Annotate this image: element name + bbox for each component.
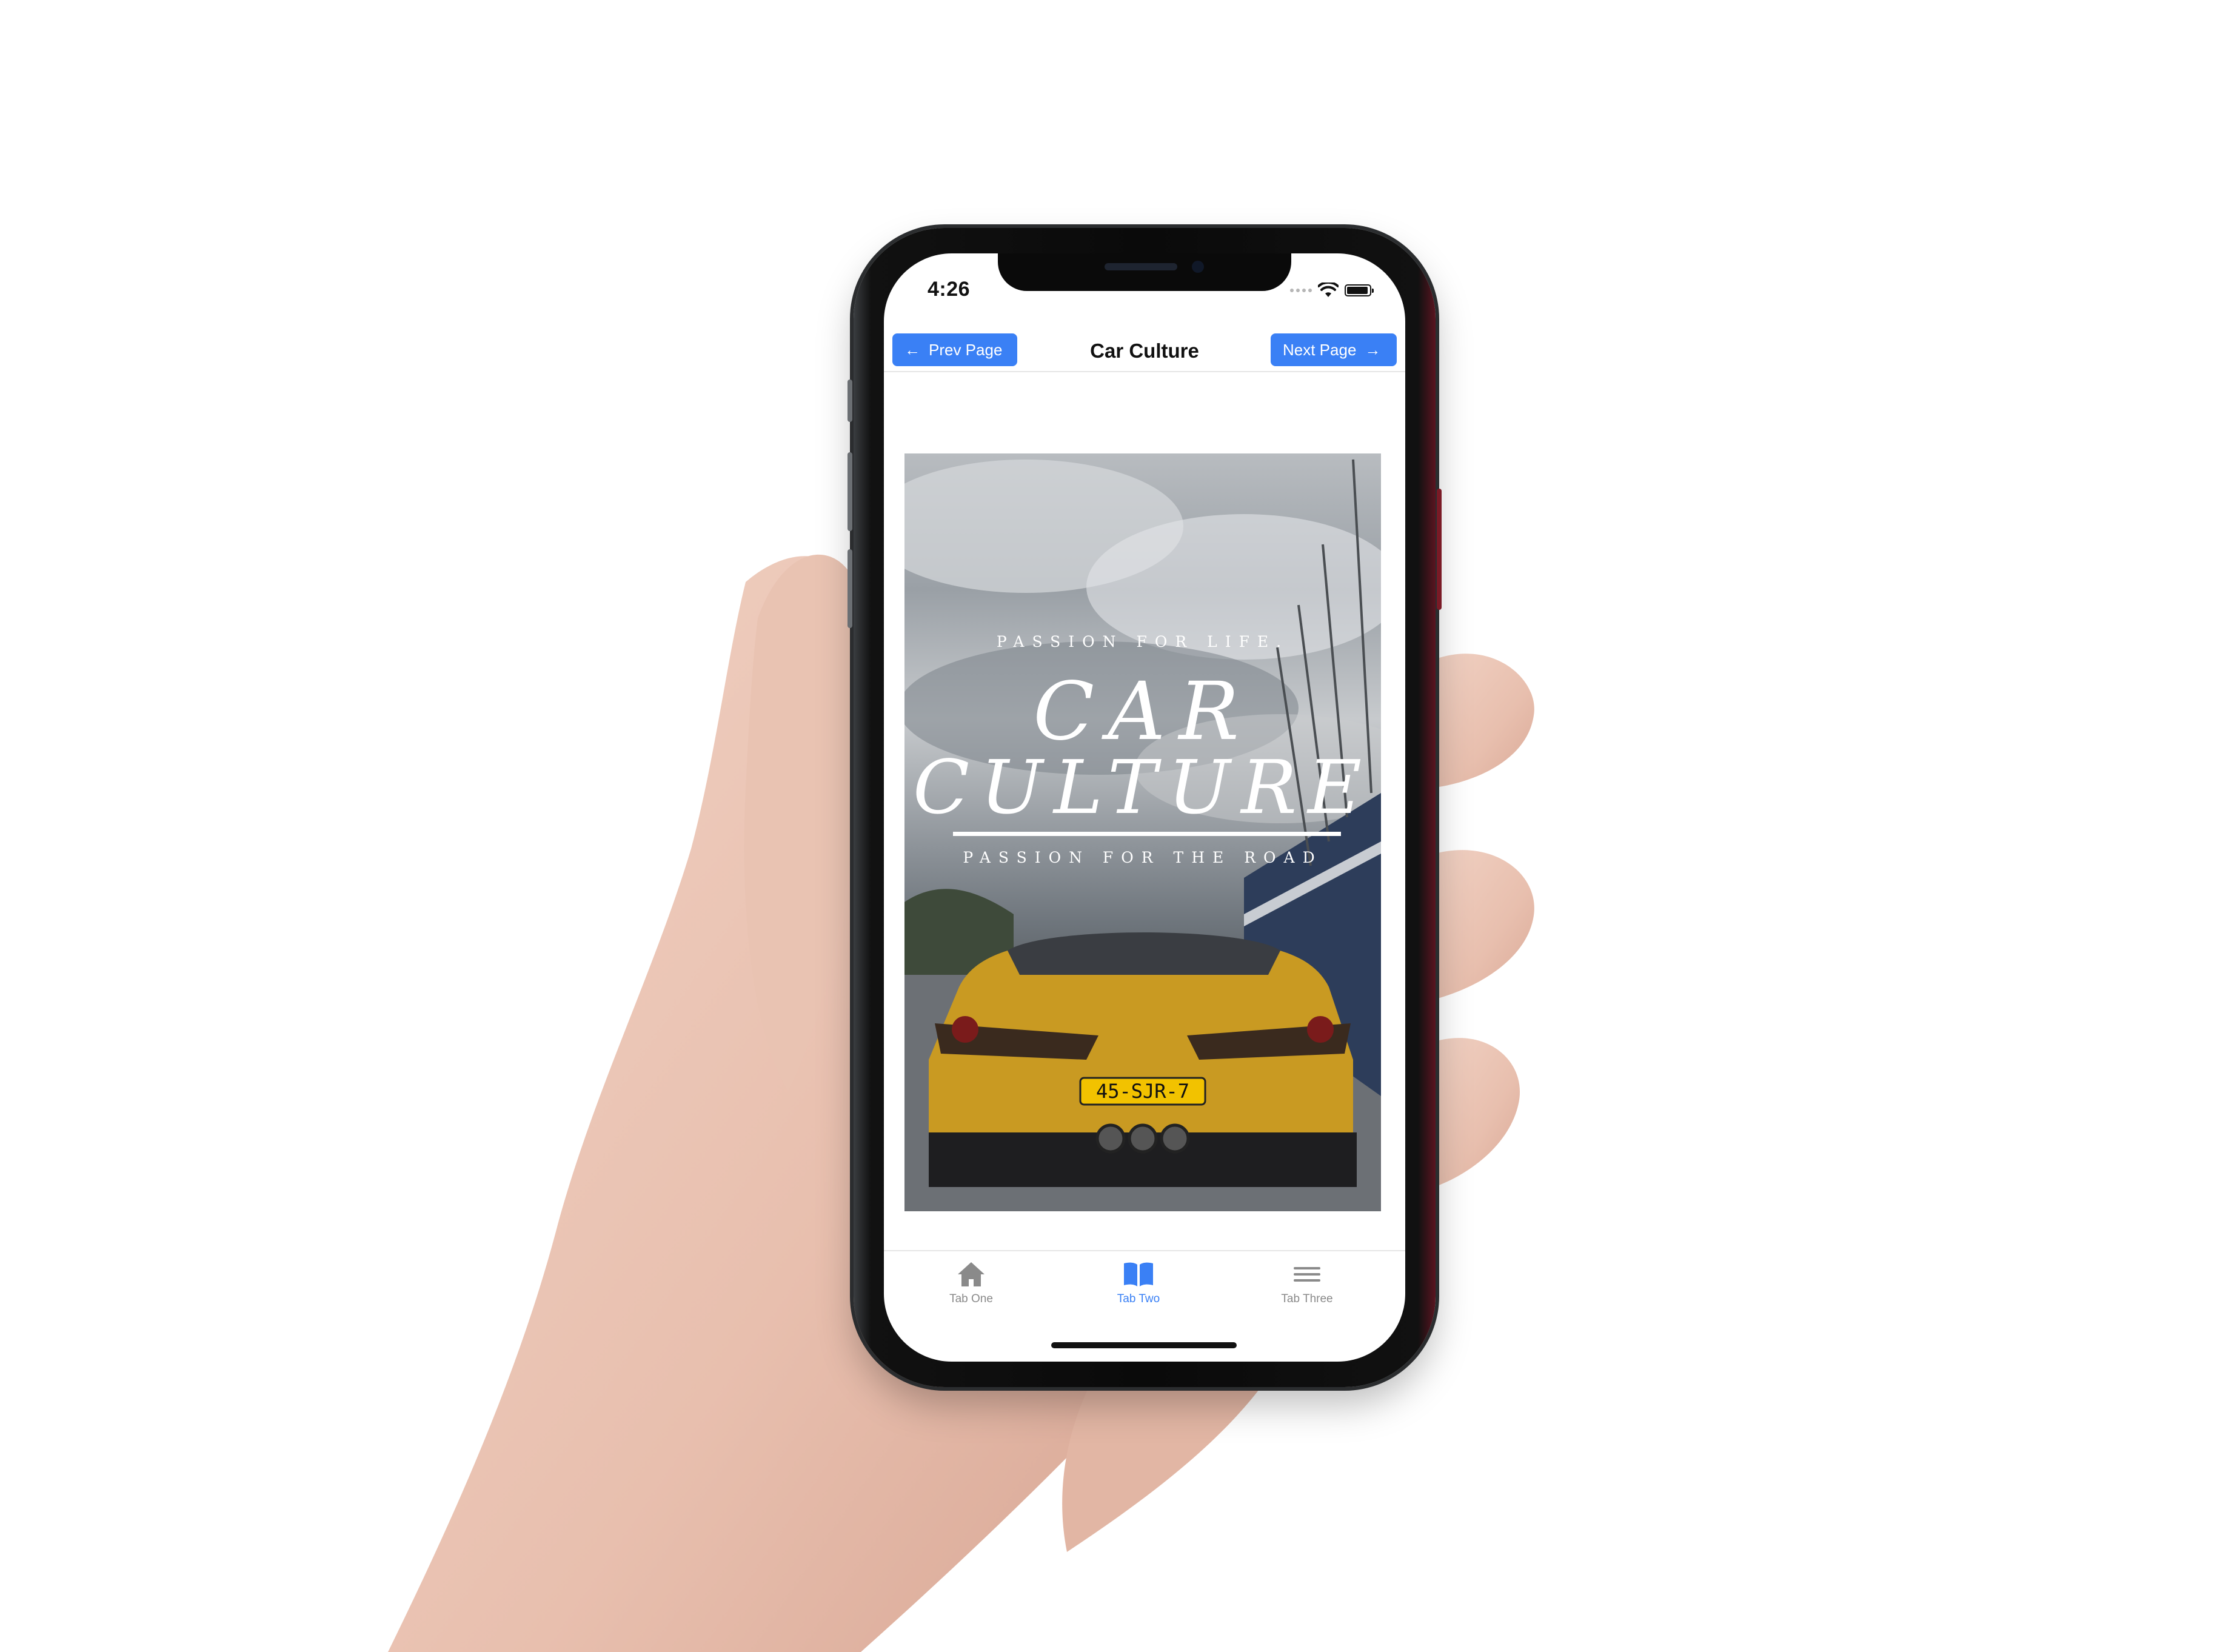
front-camera	[1192, 261, 1204, 273]
tab-two[interactable]: Tab Two	[1084, 1260, 1193, 1320]
battery-icon	[1345, 284, 1374, 296]
status-icons	[1290, 283, 1374, 298]
home-icon	[958, 1262, 985, 1286]
notch	[998, 253, 1291, 291]
volume-down-button	[848, 549, 852, 628]
cover-headline-line1: CAR	[1033, 665, 1252, 758]
phone-screen: 4:26 ← Prev Page Car Culture Next Page →	[884, 253, 1405, 1362]
silent-switch	[848, 380, 852, 422]
license-plate: 45-SJR-7	[1096, 1080, 1189, 1103]
headline-underline	[953, 832, 1341, 836]
cover-subline: PASSION FOR THE ROAD	[963, 849, 1323, 866]
phone-device: 4:26 ← Prev Page Car Culture Next Page →	[848, 228, 1442, 1387]
tab-one[interactable]: Tab One	[917, 1260, 1026, 1320]
wifi-icon	[1318, 283, 1339, 297]
speaker-grille	[1105, 263, 1177, 270]
tab-three[interactable]: Tab Three	[1252, 1260, 1362, 1320]
home-indicator[interactable]	[1051, 1342, 1237, 1348]
menu-icon	[1294, 1267, 1320, 1282]
volume-up-button	[848, 452, 852, 531]
signal-icon	[1290, 289, 1312, 292]
tab-one-label: Tab One	[949, 1293, 993, 1305]
cover-headline-line2: CULTURE	[912, 744, 1373, 831]
tab-two-label: Tab Two	[1117, 1293, 1160, 1305]
navigation-bar: ← Prev Page Car Culture Next Page →	[884, 326, 1405, 372]
power-button	[1437, 489, 1442, 610]
cover-kicker: PASSION FOR LIFE.	[996, 633, 1289, 650]
next-page-button[interactable]: Next Page →	[1271, 333, 1397, 366]
arrow-right-icon: →	[1365, 341, 1381, 359]
book-icon	[1124, 1262, 1153, 1286]
next-page-label: Next Page	[1283, 340, 1357, 359]
tab-three-label: Tab Three	[1281, 1293, 1333, 1305]
status-time: 4:26	[928, 278, 971, 301]
magazine-cover-image: 45-SJR-7 PASSION FOR LIFE. CAR CULTURE P…	[904, 453, 1381, 1211]
